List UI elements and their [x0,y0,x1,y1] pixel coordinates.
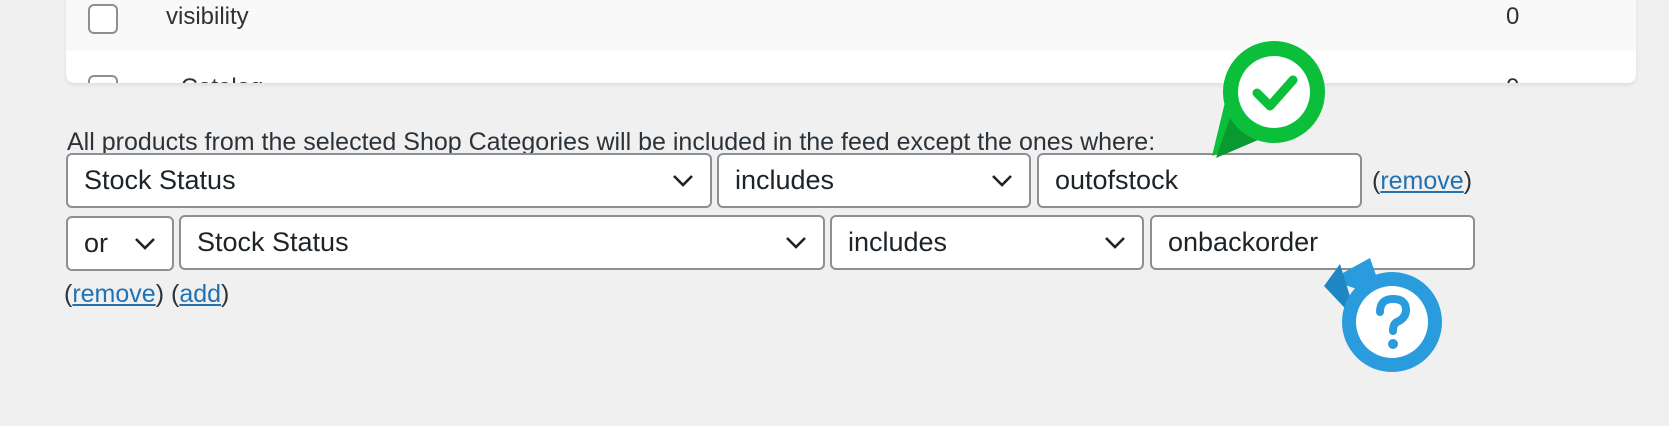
category-count: 0 [1506,3,1520,30]
operator-select-value: includes [735,165,835,195]
table-row: - Catalog 0 [66,51,1636,83]
remove-link[interactable]: remove [1380,167,1463,195]
chevron-down-icon [786,236,806,249]
category-name: - Catalog [166,74,263,83]
category-count: 0 [1506,74,1519,83]
chevron-down-icon [1105,236,1125,249]
chevron-down-icon [673,174,693,187]
attribute-select-value: Stock Status [84,165,236,195]
attribute-select[interactable]: Stock Status [179,215,825,270]
chevron-down-icon [135,237,155,250]
operator-select[interactable]: includes [830,215,1144,270]
question-icon [1324,258,1442,372]
operator-select[interactable]: includes [717,153,1031,208]
add-link[interactable]: add [179,280,221,308]
category-name: visibility [166,3,249,30]
attribute-select[interactable]: Stock Status [66,153,712,208]
row-actions: (remove) (add) [64,280,230,308]
row-checkbox[interactable] [88,4,118,34]
remove-link-group: (remove) [1372,167,1473,195]
connector-select[interactable]: or [66,216,174,271]
chevron-down-icon [992,174,1012,187]
table-row: visibility 0 [66,0,1636,51]
remove-link[interactable]: remove [72,280,155,308]
value-input-text: onbackorder [1168,227,1319,257]
connector-select-value: or [84,228,109,258]
attribute-select-value: Stock Status [197,227,349,257]
categories-table: visibility 0 - Catalog 0 [66,0,1636,83]
operator-select-value: includes [848,227,948,257]
value-input-text: outofstock [1055,165,1179,195]
row-checkbox[interactable] [88,75,118,83]
checkmark-icon [1212,41,1325,158]
